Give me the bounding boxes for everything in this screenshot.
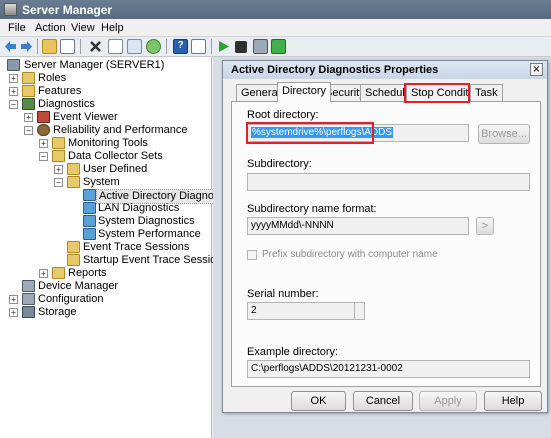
window-title-bar: Server Manager <box>0 0 551 19</box>
menu-help[interactable]: Help <box>101 22 124 34</box>
folder-icon <box>52 137 65 149</box>
event-viewer-icon <box>37 111 50 123</box>
refresh-icon[interactable] <box>146 39 161 54</box>
serial-number-spinner[interactable] <box>354 302 364 320</box>
report-icon[interactable] <box>271 39 286 54</box>
navigation-tree: Server Manager (SERVER1) + Roles + Featu… <box>0 57 239 438</box>
save-template-icon[interactable] <box>253 39 268 54</box>
format-insert-button[interactable]: > <box>476 217 494 235</box>
back-arrow-icon[interactable] <box>3 39 18 54</box>
configuration-icon <box>22 293 35 305</box>
window-title: Server Manager <box>22 3 113 17</box>
example-directory-label: Example directory: <box>247 346 339 358</box>
subdirectory-format-field[interactable]: yyyyMMdd\-NNNN <box>247 217 469 235</box>
cancel-button[interactable]: Cancel <box>353 391 413 411</box>
toolbar: ? <box>0 37 551 57</box>
dialog-title-bar: Active Directory Diagnostics Properties <box>223 61 547 79</box>
menu-bar: File Action View Help <box>0 19 551 37</box>
help-button[interactable]: Help <box>484 391 542 411</box>
expand-icon[interactable]: + <box>9 74 18 83</box>
server-icon <box>7 59 20 71</box>
folder-icon <box>67 176 80 188</box>
apply-button[interactable]: Apply <box>419 391 477 411</box>
directory-tab-panel: Root directory: %systemdrive%\perflogs\A… <box>231 101 541 387</box>
properties-icon[interactable] <box>108 39 123 54</box>
collapse-icon[interactable]: − <box>39 152 48 161</box>
data-collector-icon <box>83 202 96 214</box>
subdirectory-label: Subdirectory: <box>247 158 312 170</box>
expand-icon[interactable]: + <box>9 308 18 317</box>
serial-number-label: Serial number: <box>247 288 319 300</box>
subdirectory-format-label: Subdirectory name format: <box>247 203 377 215</box>
example-directory-field: C:\perflogs\ADDS\20121231-0002 <box>247 360 530 378</box>
expand-icon[interactable]: + <box>9 87 18 96</box>
subdirectory-field[interactable] <box>247 173 530 191</box>
root-directory-label: Root directory: <box>247 109 319 121</box>
menu-view[interactable]: View <box>71 22 95 34</box>
collapse-icon[interactable]: − <box>9 100 18 109</box>
features-icon <box>22 85 35 97</box>
data-collector-icon <box>83 189 96 201</box>
ok-button[interactable]: OK <box>291 391 346 411</box>
expand-icon[interactable]: + <box>54 165 63 174</box>
expand-icon[interactable]: + <box>9 295 18 304</box>
delete-icon[interactable] <box>88 39 103 54</box>
folder-icon <box>67 254 80 266</box>
diagnostics-icon <box>22 98 35 110</box>
show-hide-tree-icon[interactable] <box>60 39 75 54</box>
export-icon[interactable] <box>127 39 142 54</box>
server-manager-icon <box>4 3 17 16</box>
prefix-computer-name-label: Prefix subdirectory with computer name <box>262 249 438 260</box>
data-collector-icon <box>83 228 96 240</box>
device-manager-icon <box>22 280 35 292</box>
tab-task[interactable]: Task <box>470 84 503 101</box>
stop-condition-highlight <box>404 83 470 103</box>
storage-icon <box>22 306 35 318</box>
tab-directory[interactable]: Directory <box>277 82 332 102</box>
root-directory-highlight <box>246 122 374 144</box>
data-collector-icon <box>83 215 96 227</box>
roles-icon <box>22 72 35 84</box>
expand-icon[interactable]: + <box>39 139 48 148</box>
console-icon[interactable] <box>191 39 206 54</box>
browse-button[interactable]: Browse... <box>478 124 530 144</box>
dialog-title: Active Directory Diagnostics Properties <box>231 64 439 76</box>
reports-icon <box>52 267 65 279</box>
prefix-computer-name-checkbox[interactable] <box>247 250 257 260</box>
serial-number-value: 2 <box>251 305 257 316</box>
serial-number-field[interactable]: 2 <box>247 302 365 320</box>
help-icon[interactable]: ? <box>173 39 188 54</box>
collapse-icon[interactable]: − <box>54 178 63 187</box>
folder-icon <box>67 241 80 253</box>
forward-arrow-icon[interactable] <box>19 39 34 54</box>
stop-icon[interactable] <box>235 41 247 53</box>
collapse-icon[interactable]: − <box>24 126 33 135</box>
folder-icon <box>52 150 65 162</box>
start-icon[interactable] <box>216 39 231 54</box>
expand-icon[interactable]: + <box>24 113 33 122</box>
reliability-icon <box>37 124 50 136</box>
close-icon[interactable]: × <box>530 63 543 76</box>
menu-file[interactable]: File <box>8 22 26 34</box>
menu-action[interactable]: Action <box>35 22 66 34</box>
expand-icon[interactable]: + <box>39 269 48 278</box>
folder-icon <box>67 163 80 175</box>
up-folder-icon[interactable] <box>42 39 57 54</box>
properties-dialog: Active Directory Diagnostics Properties … <box>222 60 548 413</box>
